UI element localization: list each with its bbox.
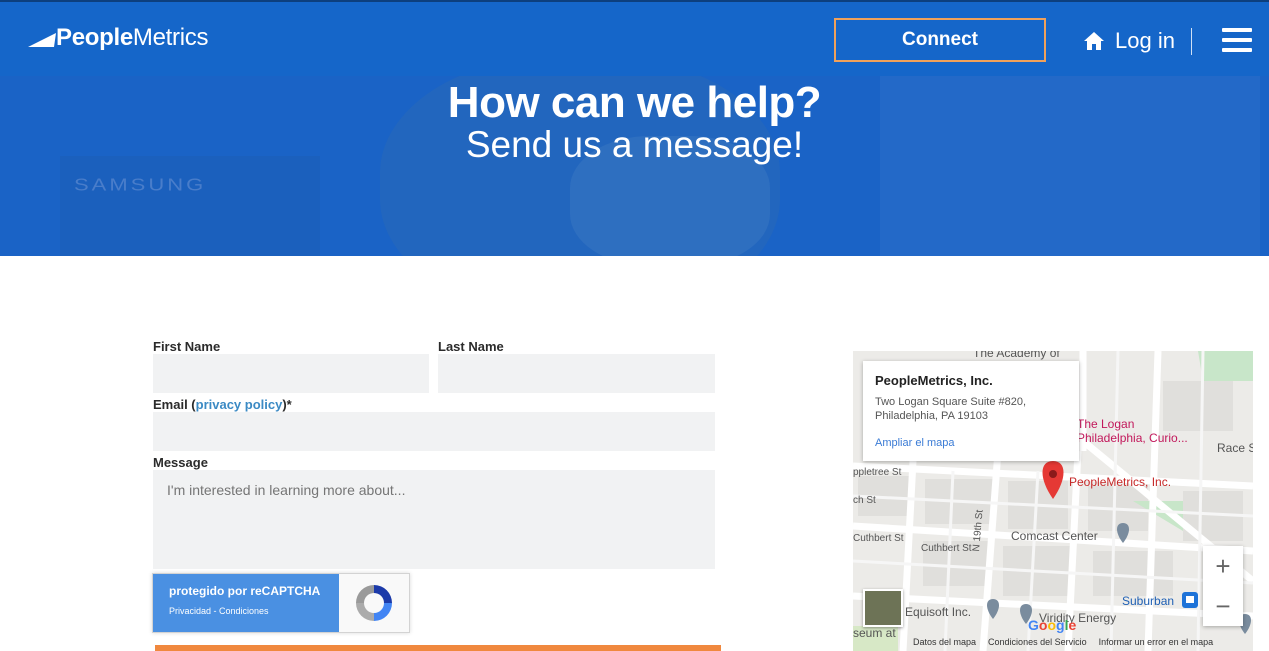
hamburger-menu-icon[interactable] — [1222, 28, 1252, 54]
login-label: Log in — [1115, 28, 1175, 53]
recaptcha-logo-panel — [339, 574, 409, 632]
page-title: How can we help? — [447, 78, 822, 127]
submit-button[interactable] — [155, 645, 721, 651]
map-label-race: Race S — [1217, 441, 1253, 455]
last-name-label: Last Name — [438, 339, 504, 354]
email-label-suffix: )* — [282, 397, 292, 412]
map-address-line-2: Philadelphia, PA 19103 — [875, 410, 988, 422]
map-label-cherry: ch St — [853, 495, 876, 506]
map-footer: Datos del mapa Condiciones del Servicio … — [913, 637, 1213, 647]
recaptcha-privacy-terms[interactable]: Privacidad - Condiciones — [169, 606, 323, 616]
message-label: Message — [153, 455, 208, 470]
zoom-in-button[interactable]: + — [1203, 546, 1243, 586]
first-name-field[interactable] — [153, 354, 429, 393]
map-data-link[interactable]: Datos del mapa — [913, 637, 976, 647]
peoplemetrics-logo[interactable]: People Metrics — [28, 24, 208, 52]
map-place-name: PeopleMetrics, Inc. — [875, 373, 993, 388]
map-label-appletree: ppletree St — [853, 467, 902, 478]
recaptcha-logo-icon — [356, 585, 392, 621]
enlarge-map-link[interactable]: Ampliar el mapa — [875, 437, 1067, 449]
first-name-label: First Name — [153, 339, 221, 354]
recaptcha-protected-text: protegido por reCAPTCHA — [169, 584, 321, 598]
map-label-logan: The Logan — [1077, 417, 1135, 431]
map-label-museum: seum at — [853, 626, 896, 640]
privacy-policy-link[interactable]: privacy policy — [196, 397, 283, 412]
last-name-field[interactable] — [438, 354, 715, 393]
recaptcha-text-panel: protegido por reCAPTCHA Privacidad - Con… — [153, 574, 339, 632]
map-info-card: PeopleMetrics, Inc. Two Logan Square Sui… — [863, 361, 1079, 461]
page-subtitle: Send us a message! — [465, 124, 804, 165]
email-field[interactable] — [153, 412, 715, 451]
map-label-pin: PeopleMetrics, Inc. — [1069, 475, 1172, 489]
login-link[interactable]: Log in — [1083, 28, 1175, 54]
email-label-prefix: Email ( — [153, 397, 196, 412]
map-label-cuthbert-1: Cuthbert St — [853, 533, 904, 544]
top-nav-bar: People Metrics Connect Log in — [0, 0, 1269, 76]
map-label-comcast: Comcast Center — [1011, 529, 1098, 543]
map-label-equisoft: Equisoft Inc. — [905, 605, 972, 619]
google-logo: Google — [1028, 617, 1077, 633]
hero-banner: SAMSUNG How can we help? Send us a messa… — [0, 76, 1269, 256]
logo-text-bold: People — [56, 24, 133, 51]
hero-background-text: SAMSUNG — [74, 174, 207, 195]
logo-text-light: Metrics — [132, 24, 209, 51]
logo-swoosh-icon — [28, 33, 56, 47]
nav-divider — [1191, 28, 1192, 55]
map-label-cuthbert-2: Cuthbert St — [921, 543, 972, 554]
map-report-link[interactable]: Informar un error en el mapa — [1099, 637, 1214, 647]
satellite-view-toggle[interactable] — [863, 589, 903, 627]
map-terms-link[interactable]: Condiciones del Servicio — [988, 637, 1087, 647]
map-label-suburban: Suburban — [1122, 594, 1175, 608]
home-icon — [1084, 32, 1104, 50]
zoom-out-button[interactable]: − — [1203, 586, 1243, 626]
map-zoom-controls: + − — [1203, 546, 1243, 626]
map-label-logan-2: Philadelphia, Curio... — [1077, 431, 1188, 445]
email-label: Email (privacy policy)* — [153, 397, 292, 412]
recaptcha-widget[interactable]: protegido por reCAPTCHA Privacidad - Con… — [152, 573, 410, 633]
map-address-line-1: Two Logan Square Suite #820, — [875, 396, 1027, 408]
google-map[interactable]: The Academy of The Logan Philadelphia, C… — [853, 351, 1253, 651]
hero-background-shape — [60, 156, 320, 256]
message-field[interactable] — [153, 470, 715, 569]
connect-button[interactable]: Connect — [834, 18, 1046, 62]
map-label-academy: The Academy of — [973, 351, 1060, 360]
